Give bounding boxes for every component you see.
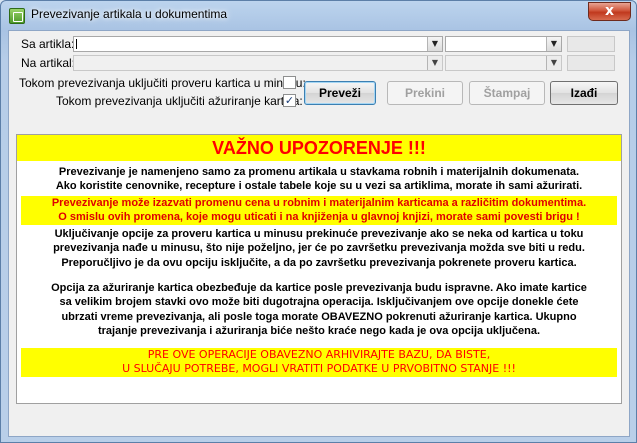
- window-title: Prevezivanje artikala u dokumentima: [31, 7, 228, 21]
- text-cursor: [76, 39, 77, 49]
- close-button[interactable]: x: [588, 2, 631, 21]
- warning-text-line: Prevezivanje može izazvati promenu cena …: [51, 197, 587, 209]
- warning-title: VAŽNO UPOZORENJE !!!: [17, 135, 621, 161]
- stampaj-button[interactable]: Štampaj: [469, 81, 545, 105]
- app-icon: [9, 8, 25, 24]
- warning-text-line: sa velikim brojem stavki ovo može biti d…: [59, 296, 579, 309]
- sa-artikla-secondary-combo[interactable]: ▼: [445, 36, 562, 52]
- warning-panel: VAŽNO UPOZORENJE !!! Prevezivanje je nam…: [16, 134, 622, 404]
- warning-text-line: trajanje prevezivanja i ažuriranja biće …: [97, 324, 541, 337]
- check-minus-checkbox[interactable]: [283, 76, 296, 89]
- sa-artikla-combo[interactable]: ▼: [73, 36, 443, 52]
- warning-text-line: Ako koristite cenovnike, recepture i ost…: [55, 180, 583, 193]
- check-update-label: Tokom prevezivanja uključiti ažuriranje …: [56, 94, 303, 108]
- chevron-down-icon[interactable]: ▼: [546, 37, 561, 51]
- warning-paragraph-1: Prevezivanje je namenjeno samo za promen…: [21, 165, 617, 194]
- warning-paragraph-3: Uključivanje opcije za proveru kartica u…: [21, 227, 617, 270]
- check-update-checkbox[interactable]: ✓: [283, 94, 296, 107]
- warning-text-line: Opcija za ažuriranje kartica obezbeđuje …: [51, 282, 587, 294]
- warning-text-line: prevezivanja nađe u minusu, što nije pož…: [53, 242, 585, 255]
- chevron-down-icon[interactable]: ▼: [427, 56, 442, 70]
- check-minus-label: Tokom prevezivanja uključiti proveru kar…: [19, 76, 306, 90]
- warning-text-line: Preporučljivo je da ovu opciju isključit…: [61, 256, 577, 269]
- dialog-body: Sa artikla: ▼ ▼ Na artikal: ▼ ▼ Tokom pr…: [8, 30, 630, 437]
- warning-text-line: U SLUČAJU POTREBE, MOGLI VRATITI PODATKE…: [122, 362, 516, 376]
- prevezi-button[interactable]: Preveži: [304, 81, 376, 105]
- sa-artikla-code-field: [567, 36, 615, 52]
- warning-text-line: O smislu ovih promena, koje mogu uticati…: [58, 211, 580, 224]
- warning-text-line: Uključivanje opcije za proveru kartica u…: [54, 228, 584, 240]
- na-artikal-code-field: [567, 55, 615, 71]
- warning-paragraph-5: PRE OVE OPERACIJE OBAVEZNO ARHIVIRAJTE B…: [21, 348, 617, 377]
- warning-text-line: PRE OVE OPERACIJE OBAVEZNO ARHIVIRAJTE B…: [147, 348, 491, 361]
- warning-paragraph-4: Opcija za ažuriranje kartica obezbeđuje …: [21, 281, 617, 338]
- na-artikal-secondary-combo[interactable]: ▼: [445, 55, 562, 71]
- warning-text-line: Prevezivanje je namenjeno samo za promen…: [58, 166, 580, 178]
- dialog-window: Prevezivanje artikala u dokumentima x Sa…: [0, 0, 637, 443]
- chevron-down-icon[interactable]: ▼: [546, 56, 561, 70]
- na-artikal-combo[interactable]: ▼: [73, 55, 443, 71]
- prekini-button[interactable]: Prekini: [387, 81, 463, 105]
- warning-text-line: ubrzati vreme prevezivanja, ali posle to…: [61, 310, 577, 323]
- na-artikal-label: Na artikal:: [21, 56, 76, 70]
- warning-paragraph-2: Prevezivanje može izazvati promenu cena …: [21, 196, 617, 225]
- sa-artikla-label: Sa artikla:: [21, 37, 75, 51]
- izadji-button[interactable]: Izađi: [550, 81, 618, 105]
- title-bar[interactable]: Prevezivanje artikala u dokumentima x: [1, 1, 636, 29]
- chevron-down-icon[interactable]: ▼: [427, 37, 442, 51]
